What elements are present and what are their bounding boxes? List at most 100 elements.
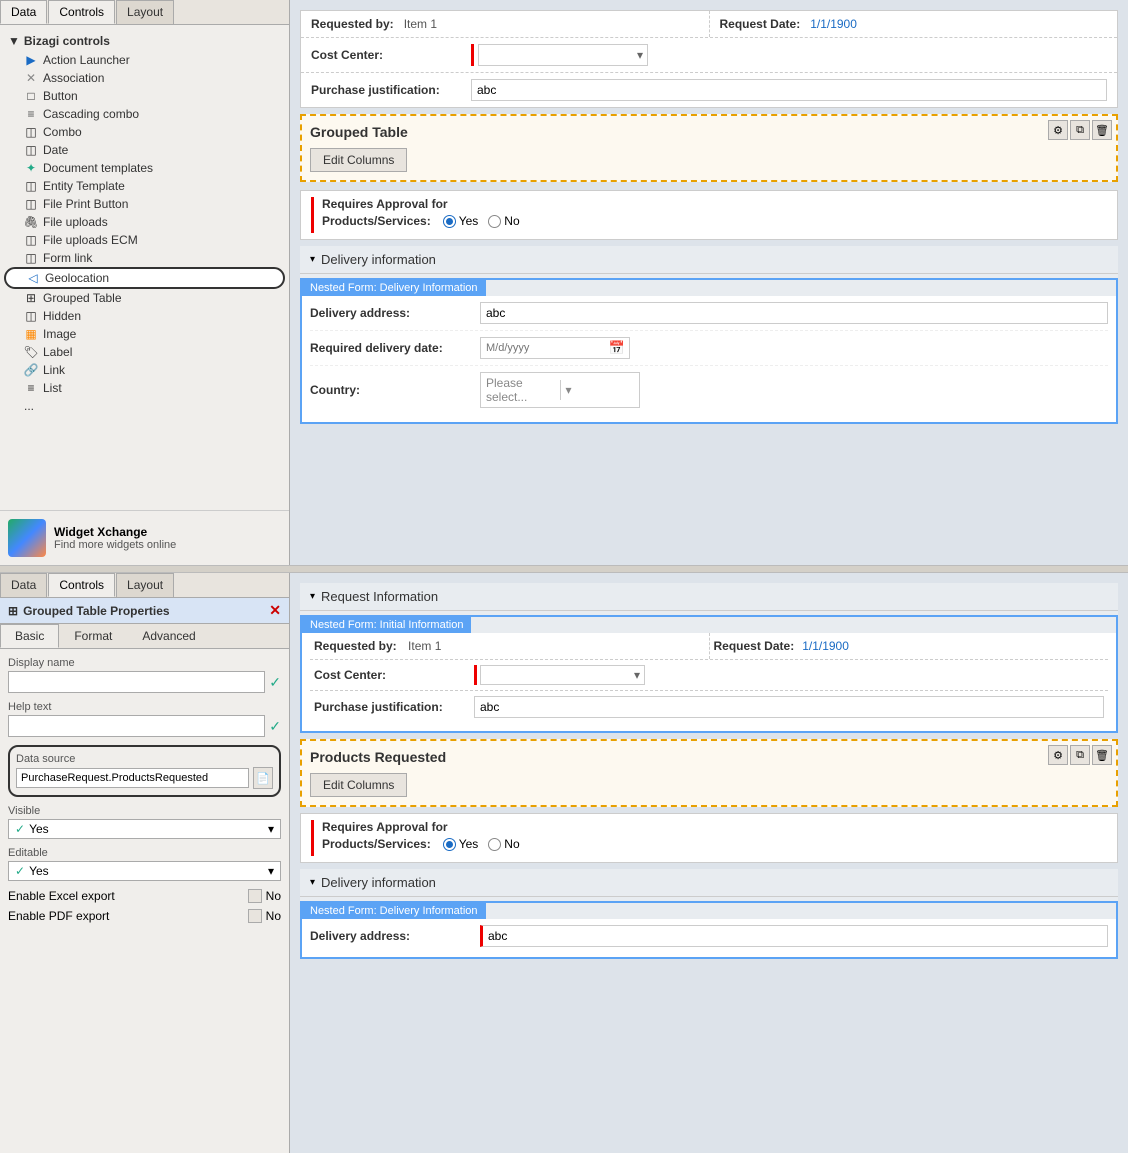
yes-radio-circle [443, 215, 456, 228]
edit-columns-button[interactable]: Edit Columns [310, 148, 407, 172]
sidebar-item-association[interactable]: ✕ Association [4, 69, 285, 87]
props-tab-basic[interactable]: Basic [0, 624, 59, 648]
br-delivery-address-label: Delivery address: [310, 929, 470, 943]
sidebar-item-cascading-combo[interactable]: ≡ Cascading combo [4, 105, 285, 123]
link-icon: 🔗 [24, 363, 38, 377]
nested-initial-form: Nested Form: Initial Information Request… [300, 615, 1118, 733]
products-gear-icon-btn[interactable]: ⚙ [1048, 745, 1068, 765]
delete-icon-btn[interactable]: 🗑 [1092, 120, 1112, 140]
no-label: No [504, 214, 519, 228]
br-yes-radio[interactable]: Yes [443, 837, 479, 851]
display-name-label: Display name [8, 657, 281, 669]
data-source-browse-button[interactable]: 📄 [253, 767, 273, 789]
cross-icon: ✕ [24, 71, 38, 85]
products-services-label: Products/Services: [322, 214, 431, 228]
props-close-button[interactable]: ✕ [269, 602, 281, 619]
products-requested-title: Products Requested [310, 749, 1108, 765]
purchase-justification-value: abc [477, 83, 496, 97]
delivery-address-field[interactable]: abc [480, 302, 1108, 324]
editable-check-icon: ✓ [15, 864, 25, 878]
props-tabs: Basic Format Advanced [0, 624, 289, 649]
sidebar-item-entity-template[interactable]: ◫ Entity Template [4, 177, 285, 195]
bottom-right-panel: ▾ Request Information Nested Form: Initi… [290, 573, 1128, 1153]
sidebar-item-action-launcher[interactable]: ▶ Action Launcher [4, 51, 285, 69]
display-name-input[interactable] [8, 671, 265, 693]
sidebar-item-form-link[interactable]: ◫ Form link [4, 249, 285, 267]
visible-dropdown-arrow: ▾ [268, 822, 274, 836]
pdf-export-toggle[interactable]: No [248, 909, 281, 923]
tab-layout-top[interactable]: Layout [116, 0, 174, 24]
br-requires-approval-label: Requires Approval for [322, 820, 520, 834]
props-table-icon: ⊞ [8, 604, 18, 618]
sidebar-item-file-uploads[interactable]: 🖇 File uploads [4, 213, 285, 231]
visible-select[interactable]: ✓ Yes ▾ [8, 819, 281, 839]
br-delivery-address-field[interactable]: abc [480, 925, 1108, 947]
tab-data-bottom[interactable]: Data [0, 573, 47, 597]
label-icon: 🏷 [24, 345, 38, 359]
br-purchase-justification-field[interactable]: abc [474, 696, 1104, 718]
purchase-justification-field[interactable]: abc [471, 79, 1107, 101]
yes-radio[interactable]: Yes [443, 214, 479, 228]
sidebar-item-link[interactable]: 🔗 Link [4, 361, 285, 379]
products-copy-icon-btn[interactable]: ⧉ [1070, 745, 1090, 765]
products-edit-columns-button[interactable]: Edit Columns [310, 773, 407, 797]
excel-export-checkbox[interactable] [248, 889, 262, 903]
required-delivery-date-field[interactable]: 📅 [480, 337, 630, 359]
request-info-title: Request Information [321, 589, 438, 604]
sidebar-item-grouped-table[interactable]: ⊞ Grouped Table [4, 289, 285, 307]
props-tab-advanced[interactable]: Advanced [127, 624, 210, 648]
excel-export-toggle[interactable]: No [248, 889, 281, 903]
sidebar-item-label[interactable]: 🏷 Label [4, 343, 285, 361]
br-requested-by-value: Item 1 [408, 639, 441, 653]
help-text-input[interactable] [8, 715, 265, 737]
tab-controls-bottom[interactable]: Controls [48, 573, 115, 597]
sidebar-item-button[interactable]: □ Button [4, 87, 285, 105]
help-text-check-icon: ✓ [269, 718, 281, 735]
tab-data-top[interactable]: Data [0, 0, 47, 24]
no-radio[interactable]: No [488, 214, 519, 228]
top-right-panel: Requested by: Item 1 Request Date: 1/1/1… [290, 0, 1128, 565]
br-request-date-label: Request Date: [714, 639, 795, 653]
sidebar-item-combo[interactable]: ◫ Combo [4, 123, 285, 141]
sidebar-item-geolocation[interactable]: ◁ Geolocation [4, 267, 285, 289]
sidebar-item-file-print-button[interactable]: ◫ File Print Button [4, 195, 285, 213]
sidebar-item-hidden[interactable]: ◫ Hidden [4, 307, 285, 325]
grouped-table-icons: ⚙ ⧉ 🗑 [1048, 120, 1112, 140]
br-purchase-justification-label: Purchase justification: [314, 700, 464, 714]
data-source-input[interactable] [16, 768, 249, 788]
pdf-export-checkbox[interactable] [248, 909, 262, 923]
required-delivery-date-label: Required delivery date: [310, 341, 470, 355]
ecm-icon: ◫ [24, 233, 38, 247]
delivery-section-header: ▾ Delivery information [300, 246, 1118, 274]
nested-initial-label: Nested Form: Initial Information [302, 617, 471, 633]
image-icon: ▦ [24, 327, 38, 341]
date-input[interactable] [481, 339, 605, 357]
sidebar-item-document-templates[interactable]: ✦ Document templates [4, 159, 285, 177]
grouped-table-container: ⚙ ⧉ 🗑 Grouped Table Edit Columns [300, 114, 1118, 182]
br-cost-center-dropdown[interactable]: ▾ [480, 665, 645, 685]
doc-icon: ✦ [24, 161, 38, 175]
data-source-group: Data source 📄 [8, 745, 281, 797]
sidebar-item-file-uploads-ecm[interactable]: ◫ File uploads ECM [4, 231, 285, 249]
br-no-radio[interactable]: No [488, 837, 519, 851]
grouped-table-title: Grouped Table [310, 124, 1108, 140]
editable-select[interactable]: ✓ Yes ▾ [8, 861, 281, 881]
products-delete-icon-btn[interactable]: 🗑 [1092, 745, 1112, 765]
sidebar-item-list[interactable]: ≡ List [4, 379, 285, 397]
tab-controls-top[interactable]: Controls [48, 0, 115, 24]
gear-icon-btn[interactable]: ⚙ [1048, 120, 1068, 140]
sidebar-item-more[interactable]: ... [4, 397, 285, 415]
props-tab-format[interactable]: Format [59, 624, 127, 648]
print-icon: ◫ [24, 197, 38, 211]
tab-layout-bottom[interactable]: Layout [116, 573, 174, 597]
cost-center-dropdown[interactable]: ▾ [478, 44, 648, 66]
copy-icon-btn[interactable]: ⧉ [1070, 120, 1090, 140]
country-dropdown[interactable]: Please select... ▾ [480, 372, 640, 408]
hidden-icon: ◫ [24, 309, 38, 323]
yes-label: Yes [459, 214, 479, 228]
sidebar-item-image[interactable]: ▦ Image [4, 325, 285, 343]
request-date-label: Request Date: [720, 17, 801, 31]
widget-xchange-text: Widget Xchange Find more widgets online [54, 525, 176, 551]
br-cost-center-indicator [474, 665, 477, 685]
sidebar-item-date[interactable]: ◫ Date [4, 141, 285, 159]
